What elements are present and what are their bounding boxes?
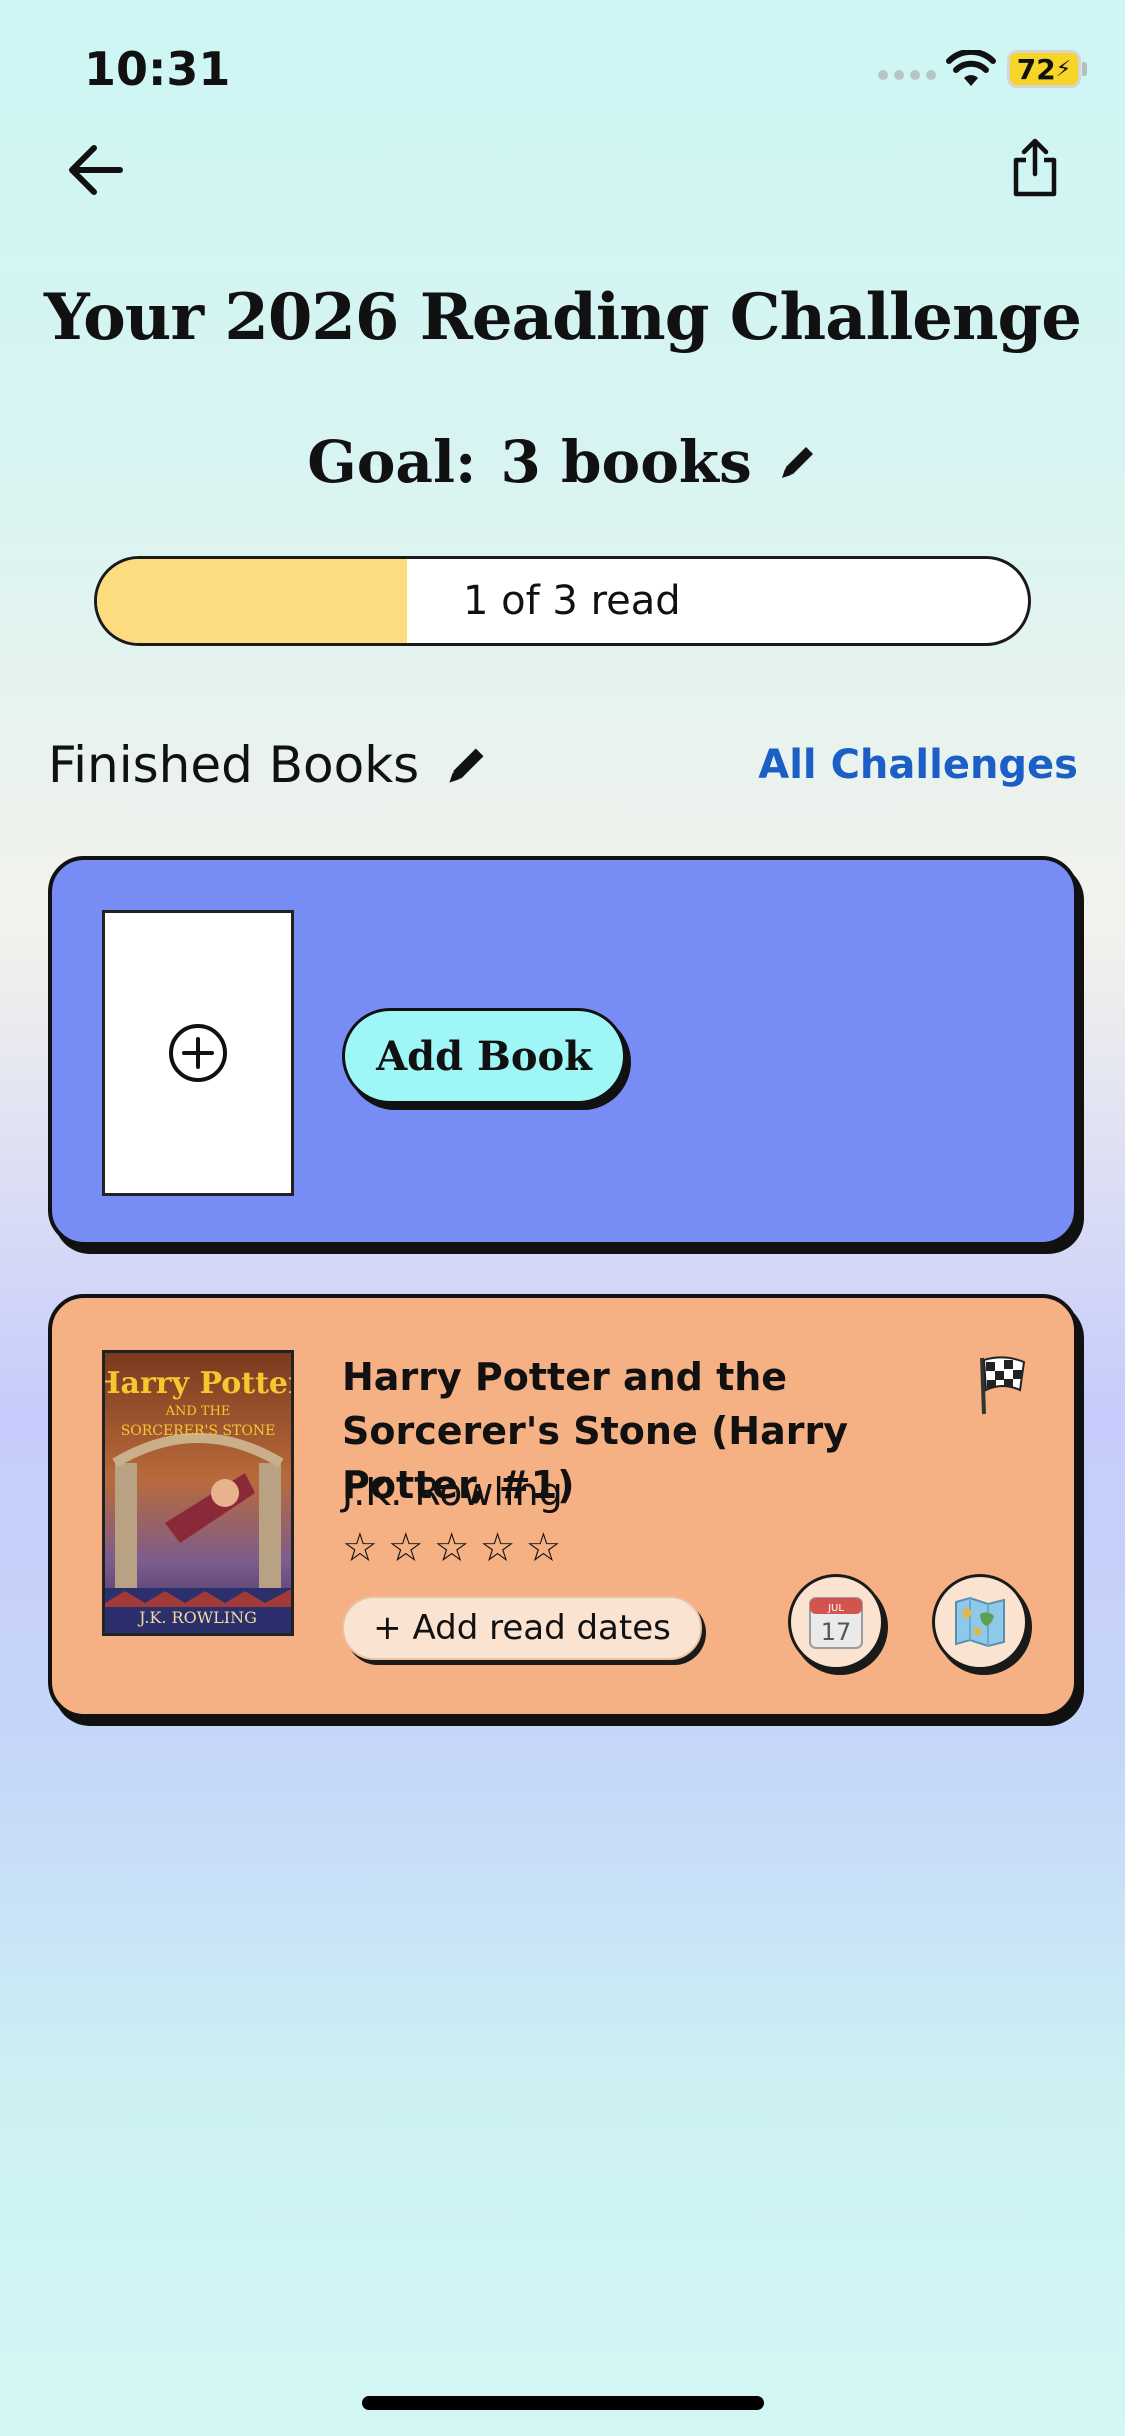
home-indicator bbox=[362, 2396, 764, 2410]
book-cover-art: Harry Potter AND THE SORCERER'S STONE J.… bbox=[105, 1353, 291, 1633]
cover-author: J.K. ROWLING bbox=[137, 1608, 257, 1627]
edit-section-icon[interactable] bbox=[445, 743, 489, 787]
battery-tip bbox=[1082, 62, 1087, 76]
goal-label: Goal: bbox=[307, 428, 477, 496]
goal-text: Goal: 3 books bbox=[307, 428, 752, 496]
edit-goal-icon[interactable] bbox=[778, 442, 818, 482]
cellular-signal-icon bbox=[878, 70, 936, 80]
goal-value: 3 books bbox=[500, 428, 752, 496]
add-read-dates-button[interactable]: + Add read dates bbox=[342, 1596, 702, 1660]
plus-circle-icon bbox=[169, 1024, 227, 1082]
calendar-month: JUL bbox=[827, 1603, 844, 1614]
wifi-icon bbox=[946, 50, 996, 86]
finished-books-header: Finished Books All Challenges bbox=[48, 730, 1078, 800]
all-challenges-link[interactable]: All Challenges bbox=[758, 742, 1078, 788]
star-icon[interactable]: ☆ bbox=[434, 1526, 470, 1570]
world-map-icon bbox=[955, 1596, 1005, 1648]
star-icon[interactable]: ☆ bbox=[480, 1526, 516, 1570]
progress-label: 1 of 3 read bbox=[463, 578, 681, 624]
star-icon[interactable]: ☆ bbox=[388, 1526, 424, 1570]
arrow-left-icon bbox=[69, 145, 123, 195]
reading-progress-bar: 1 of 3 read bbox=[94, 556, 1031, 646]
status-time: 10:31 bbox=[84, 42, 231, 96]
progress-fill bbox=[97, 559, 408, 643]
battery-icon: 72 ⚡ bbox=[1007, 50, 1081, 88]
calendar-icon: JUL 17 bbox=[809, 1597, 863, 1649]
star-icon[interactable]: ☆ bbox=[342, 1526, 378, 1570]
calendar-button[interactable]: JUL 17 bbox=[788, 1574, 884, 1670]
add-book-card: Add Book bbox=[48, 856, 1078, 1246]
checkered-flag-icon[interactable] bbox=[974, 1354, 1030, 1416]
star-icon[interactable]: ☆ bbox=[525, 1526, 561, 1570]
back-button[interactable] bbox=[62, 136, 130, 204]
cover-subtitle-2: SORCERER'S STONE bbox=[121, 1423, 276, 1439]
page-title: Your 2026 Reading Challenge bbox=[43, 280, 1082, 355]
add-book-button[interactable]: Add Book bbox=[342, 1008, 626, 1104]
book-card[interactable]: Harry Potter AND THE SORCERER'S STONE J.… bbox=[48, 1294, 1078, 1718]
calendar-day: 17 bbox=[821, 1618, 852, 1646]
map-button[interactable] bbox=[932, 1574, 1028, 1670]
star-rating[interactable]: ☆ ☆ ☆ ☆ ☆ bbox=[342, 1526, 561, 1570]
cover-title: Harry Potter bbox=[105, 1366, 291, 1401]
book-author: J.K. Rowling bbox=[342, 1470, 563, 1514]
status-bar: 10:31 72 ⚡ bbox=[0, 0, 1125, 140]
section-title: Finished Books bbox=[48, 736, 420, 794]
add-cover-placeholder[interactable] bbox=[102, 910, 294, 1196]
share-icon bbox=[1013, 138, 1057, 197]
share-button[interactable] bbox=[1000, 128, 1070, 208]
goal-row: Goal: 3 books bbox=[0, 428, 1125, 496]
battery-level: 72 bbox=[1016, 52, 1056, 86]
cover-subtitle: AND THE bbox=[165, 1404, 231, 1419]
book-cover[interactable]: Harry Potter AND THE SORCERER'S STONE J.… bbox=[102, 1350, 294, 1636]
